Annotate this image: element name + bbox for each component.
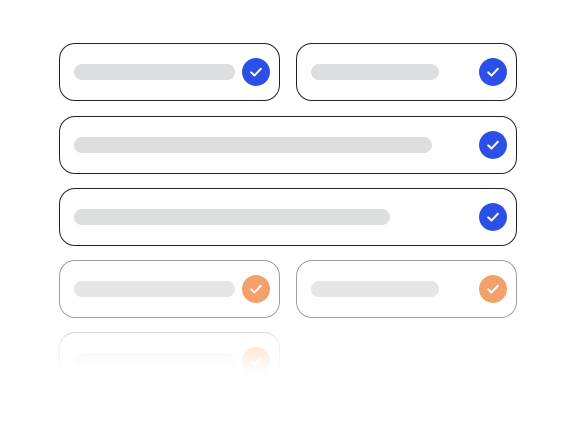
field-value-placeholder <box>311 64 439 80</box>
pending-field-2[interactable] <box>296 260 517 318</box>
field-value-placeholder <box>74 64 235 80</box>
check-circle-icon <box>479 58 507 86</box>
verified-field-3[interactable] <box>59 116 517 174</box>
check-circle-icon <box>242 275 270 303</box>
verified-field-4[interactable] <box>59 188 517 246</box>
fade-overlay <box>0 336 575 431</box>
verified-field-2[interactable] <box>296 43 517 101</box>
check-circle-icon <box>479 275 507 303</box>
check-circle-icon <box>242 58 270 86</box>
field-value-placeholder <box>74 281 235 297</box>
field-value-placeholder <box>74 137 432 153</box>
faded-row <box>0 326 575 431</box>
verified-field-1[interactable] <box>59 43 280 101</box>
pending-field-1[interactable] <box>59 260 280 318</box>
field-value-placeholder <box>311 281 439 297</box>
check-circle-icon <box>479 131 507 159</box>
field-value-placeholder <box>74 209 390 225</box>
check-circle-icon <box>479 203 507 231</box>
